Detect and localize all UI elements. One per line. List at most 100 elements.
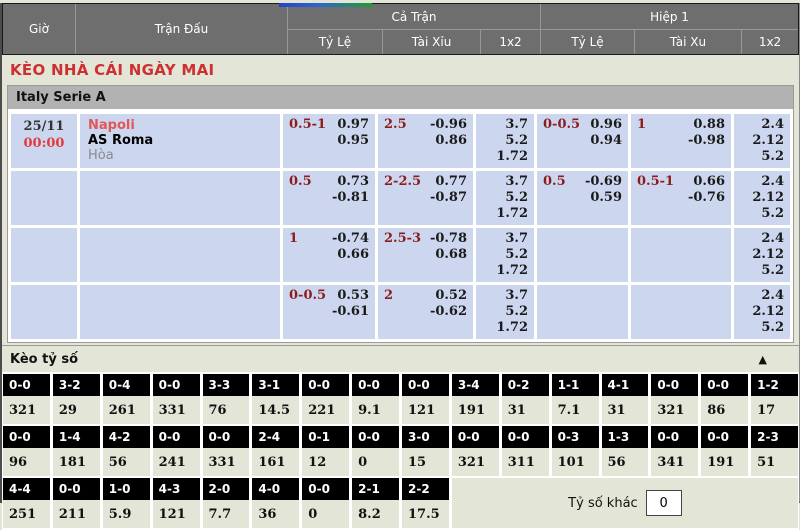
odds-price[interactable]: 5.2 [752,206,784,222]
score-odds-cell[interactable]: 0-0321 [452,426,499,476]
score-odds-cell[interactable]: 2-217.5 [402,478,449,528]
score-odds-cell[interactable]: 3-229 [53,374,100,424]
score-odds-cell[interactable]: 0-0191 [701,426,748,476]
odds-price[interactable]: 3.7 [496,174,528,190]
odds-price[interactable]: -0.74 [332,231,369,247]
score-odds-cell[interactable]: 3-015 [402,426,449,476]
score-odds-cell[interactable]: 4-3121 [153,478,200,528]
odds-price[interactable]: 0.94 [590,133,622,149]
odds-price[interactable]: 2.12 [752,190,784,206]
odds-price[interactable]: 0.77 [430,174,467,190]
score-odds-cell[interactable]: 2-351 [751,426,798,476]
odds-price[interactable]: -0.62 [430,304,467,320]
score-label: 1-4 [53,426,100,448]
score-odds-cell[interactable]: 4-256 [103,426,150,476]
odds-price[interactable]: -0.81 [332,190,369,206]
score-odds-cell[interactable]: 0-0321 [651,374,698,424]
odds-price[interactable]: -0.96 [430,117,467,133]
odds-price[interactable]: 1.72 [496,149,528,165]
score-odds-cell[interactable]: 2-18.2 [352,478,399,528]
odds-price[interactable]: 0.96 [590,117,622,133]
odds-price[interactable]: -0.87 [430,190,467,206]
odds-price[interactable]: 0.68 [430,247,467,263]
odds-price[interactable]: 2.4 [752,174,784,190]
score-odds-cell[interactable]: 0-086 [701,374,748,424]
score-odds-cell[interactable]: 0-0321 [3,374,50,424]
odds-price[interactable]: 3.7 [496,288,528,304]
score-odds-cell[interactable]: 4-4251 [3,478,50,528]
odds-price[interactable]: 3.7 [496,117,528,133]
score-odds-cell[interactable]: 0-00 [352,426,399,476]
score-odds-cell[interactable]: 0-0331 [203,426,250,476]
odds-price[interactable]: 5.2 [496,133,528,149]
score-odds-cell[interactable]: 4-036 [252,478,299,528]
odds-price[interactable]: 0.73 [332,174,369,190]
odds-price[interactable]: 0.86 [430,133,467,149]
odds-price[interactable]: 0.97 [337,117,369,133]
score-odds-cell[interactable]: 3-376 [203,374,250,424]
score-odds-cell[interactable]: 0-0221 [302,374,349,424]
odds-price[interactable]: 5.2 [752,263,784,279]
score-odds-cell[interactable]: 0-0241 [153,426,200,476]
odds-price[interactable]: 5.2 [752,149,784,165]
away-team-name[interactable]: AS Roma [88,133,272,148]
odds-price[interactable]: 5.2 [496,304,528,320]
score-odds-cell[interactable]: 0-231 [502,374,549,424]
score-odds-cell[interactable]: 0-0331 [153,374,200,424]
odds-price[interactable]: 0.53 [332,288,369,304]
score-odds-cell[interactable]: 0-3101 [552,426,599,476]
score-odds-value: 12 [302,448,349,476]
odds-price[interactable]: 0.59 [585,190,622,206]
odds-price[interactable]: 2.12 [752,133,784,149]
score-odds-cell[interactable]: 0-0341 [651,426,698,476]
score-odds-cell[interactable]: 4-131 [602,374,649,424]
other-score-input[interactable] [646,490,682,516]
odds-price[interactable]: 2.12 [752,304,784,320]
other-score-label: Tỷ số khác [568,496,638,511]
odds-price[interactable]: -0.61 [332,304,369,320]
odds-prices: 3.75.21.72 [496,288,528,336]
score-odds-cell[interactable]: 1-356 [602,426,649,476]
score-label: 1-0 [103,478,150,500]
odds-price[interactable]: -0.69 [585,174,622,190]
score-odds-cell[interactable]: 0-096 [3,426,50,476]
score-odds-cell[interactable]: 2-4161 [252,426,299,476]
odds-price[interactable]: 1.72 [496,206,528,222]
score-odds-cell[interactable]: 0-0211 [53,478,100,528]
odds-price[interactable]: 0.95 [337,133,369,149]
score-odds-cell[interactable]: 3-4191 [452,374,499,424]
score-label: 0-0 [352,426,399,448]
score-odds-cell[interactable]: 0-4261 [103,374,150,424]
score-odds-cell[interactable]: 0-0311 [502,426,549,476]
odds-price[interactable]: 0.52 [430,288,467,304]
score-odds-cell[interactable]: 0-09.1 [352,374,399,424]
odds-price[interactable]: -0.76 [688,190,725,206]
score-odds-cell[interactable]: 1-217 [751,374,798,424]
odds-price[interactable]: -0.78 [430,231,467,247]
score-odds-cell[interactable]: 1-4181 [53,426,100,476]
home-team-name[interactable]: Napoli [88,118,272,133]
score-odds-cell[interactable]: 1-05.9 [103,478,150,528]
odds-price[interactable]: 1.72 [496,263,528,279]
odds-price[interactable]: 0.88 [688,117,725,133]
odds-price[interactable]: 0.66 [688,174,725,190]
odds-price[interactable]: 2.4 [752,231,784,247]
odds-price[interactable]: 2.4 [752,288,784,304]
odds-price[interactable]: 0.66 [332,247,369,263]
score-odds-cell[interactable]: 0-00 [302,478,349,528]
score-odds-cell[interactable]: 0-0121 [402,374,449,424]
odds-price[interactable]: 1.72 [496,320,528,336]
odds-price[interactable]: 2.4 [752,117,784,133]
score-odds-cell[interactable]: 2-07.7 [203,478,250,528]
odds-price[interactable]: 5.2 [752,320,784,336]
score-odds-cell[interactable]: 1-17.1 [552,374,599,424]
odds-price[interactable]: -0.98 [688,133,725,149]
odds-price[interactable]: 5.2 [496,247,528,263]
match-teams-cell[interactable]: NapoliAS RomaHòa [80,114,280,168]
score-odds-cell[interactable]: 3-114.5 [252,374,299,424]
collapse-arrow-icon[interactable]: ▲ [757,353,789,367]
score-odds-cell[interactable]: 0-112 [302,426,349,476]
odds-price[interactable]: 5.2 [496,190,528,206]
odds-price[interactable]: 3.7 [496,231,528,247]
odds-price[interactable]: 2.12 [752,247,784,263]
